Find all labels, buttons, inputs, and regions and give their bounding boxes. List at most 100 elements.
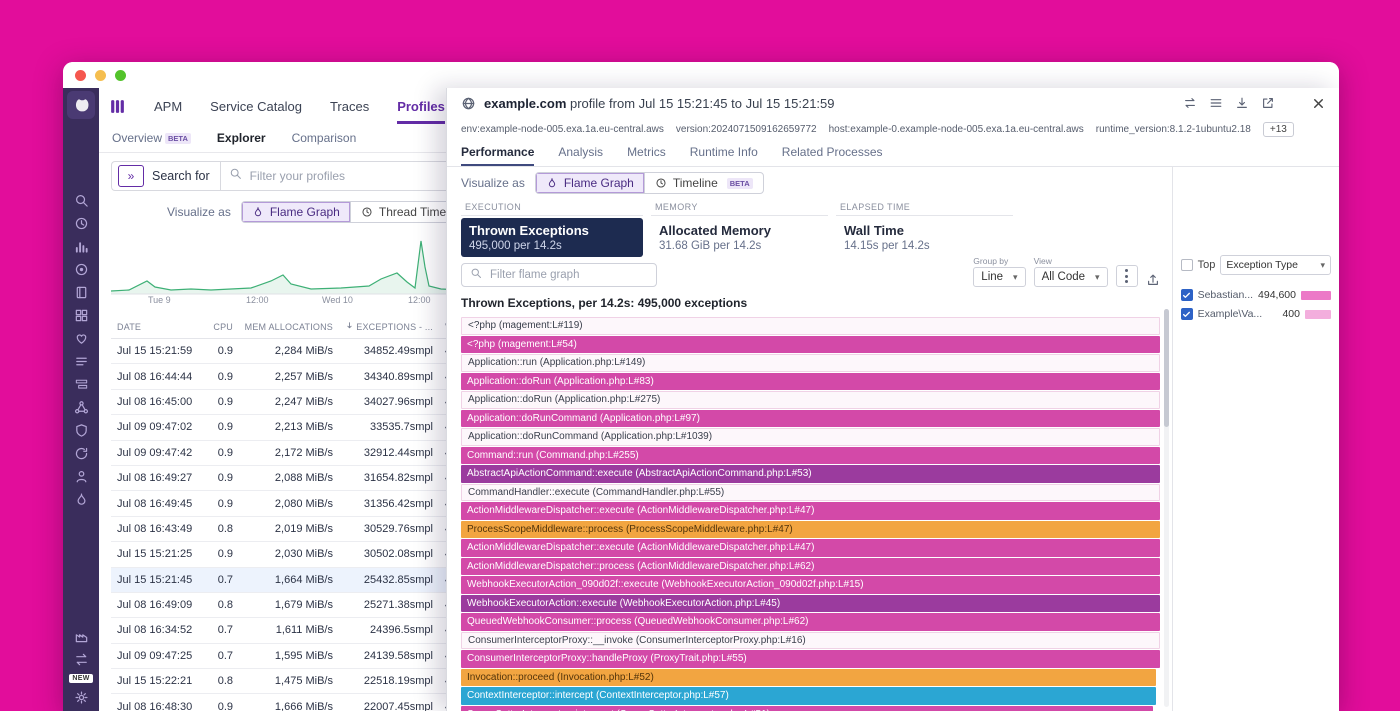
- flame-frame[interactable]: WebhookExecutorAction::execute (WebhookE…: [461, 595, 1160, 613]
- security-icon[interactable]: [67, 419, 95, 442]
- flame-scrollbar[interactable]: [1164, 309, 1169, 707]
- legend-checkbox[interactable]: [1181, 308, 1193, 320]
- download-icon[interactable]: [1235, 96, 1249, 110]
- traffic-light-minimize[interactable]: [95, 70, 106, 81]
- subnav-item-overview[interactable]: OverviewBETA: [112, 131, 191, 145]
- traffic-light-close[interactable]: [75, 70, 86, 81]
- rum-icon[interactable]: [67, 465, 95, 488]
- table-row[interactable]: Jul 08 16:34:520.71,611 MiB/s24396.5smpl…: [111, 618, 463, 643]
- flame-frame[interactable]: <?php (magement:L#54): [461, 336, 1160, 354]
- flame-frame[interactable]: ActionMiddlewareDispatcher::execute (Act…: [461, 539, 1160, 557]
- notebooks-icon[interactable]: [67, 281, 95, 304]
- column-header-cpu[interactable]: CPU: [201, 322, 233, 332]
- flame-frame[interactable]: Application::doRun (Application.php:L#27…: [461, 391, 1160, 409]
- metrics-icon[interactable]: [67, 235, 95, 258]
- table-row[interactable]: Jul 08 16:49:450.92,080 MiB/s31356.42smp…: [111, 491, 463, 516]
- flame-frame[interactable]: ConsumerInterceptorProxy::__invoke (Cons…: [461, 632, 1160, 650]
- settings-icon[interactable]: [67, 686, 95, 709]
- search-for-button[interactable]: Search for: [152, 169, 210, 183]
- subnav-item-comparison[interactable]: Comparison: [292, 131, 357, 145]
- network-icon[interactable]: [67, 396, 95, 419]
- table-row[interactable]: Jul 15 15:21:450.71,664 MiB/s25432.85smp…: [111, 568, 463, 593]
- legend-label[interactable]: Sebastian...: [1198, 289, 1253, 301]
- export-icon[interactable]: [1146, 273, 1160, 287]
- flame-frame[interactable]: <?php (magement:L#119): [461, 317, 1160, 335]
- legend-checkbox[interactable]: [1181, 289, 1193, 301]
- flame-frame[interactable]: Command::run (Command.php:L#255): [461, 447, 1160, 465]
- panel-timeline-option[interactable]: Timeline BETA: [644, 173, 763, 193]
- history-icon[interactable]: [67, 212, 95, 235]
- table-row[interactable]: Jul 08 16:49:090.81,679 MiB/s25271.38smp…: [111, 593, 463, 618]
- workflows-icon[interactable]: [67, 648, 95, 671]
- flame-frame[interactable]: ActionMiddlewareDispatcher::process (Act…: [461, 558, 1160, 576]
- table-row[interactable]: Jul 15 15:21:590.92,284 MiB/s34852.49smp…: [111, 339, 463, 364]
- logs-icon[interactable]: [67, 350, 95, 373]
- table-row[interactable]: Jul 09 09:47:020.92,213 MiB/s33535.7smpl…: [111, 415, 463, 440]
- nav-item-service-catalog[interactable]: Service Catalog: [210, 88, 302, 124]
- monitors-icon[interactable]: [67, 327, 95, 350]
- sort-down-icon[interactable]: [345, 321, 354, 332]
- table-row[interactable]: Jul 08 16:49:270.92,088 MiB/s31654.82smp…: [111, 466, 463, 491]
- org-switcher-icon[interactable]: [109, 98, 126, 115]
- flame-frame[interactable]: ContextInterceptor::intercept (ContextIn…: [461, 687, 1156, 705]
- tag-chip[interactable]: host:example-0.example-node-005.exa.1a.e…: [829, 124, 1084, 135]
- table-row[interactable]: Jul 15 15:21:250.92,030 MiB/s30502.08smp…: [111, 542, 463, 567]
- flame-frame[interactable]: Invocation::proceed (Invocation.php:L#52…: [461, 669, 1156, 687]
- legend-label[interactable]: Example\Va...: [1198, 308, 1278, 320]
- list-icon[interactable]: [1209, 96, 1223, 110]
- nav-item-profiles[interactable]: Profiles: [397, 88, 445, 124]
- watchdog-icon[interactable]: [67, 258, 95, 281]
- flame-frame[interactable]: ScopeSetterInterceptor::intercept (Scope…: [461, 706, 1153, 711]
- table-row[interactable]: Jul 08 16:43:490.82,019 MiB/s30529.76smp…: [111, 517, 463, 542]
- group-by-select[interactable]: Line ▾: [973, 267, 1025, 287]
- profiles-timeseries-chart[interactable]: [111, 231, 463, 295]
- more-tags-chip[interactable]: +13: [1263, 122, 1294, 137]
- nav-item-traces[interactable]: Traces: [330, 88, 369, 124]
- flame-frame[interactable]: ConsumerInterceptorProxy::handleProxy (P…: [461, 650, 1160, 668]
- top-checkbox[interactable]: [1181, 259, 1193, 271]
- column-header-date[interactable]: DATE: [111, 322, 201, 332]
- ci-icon[interactable]: [67, 442, 95, 465]
- subnav-item-explorer[interactable]: Explorer: [217, 131, 266, 145]
- table-row[interactable]: Jul 09 09:47:420.92,172 MiB/s32912.44smp…: [111, 441, 463, 466]
- flame-frame[interactable]: QueuedWebhookConsumer::process (QueuedWe…: [461, 613, 1160, 631]
- flame-frame[interactable]: ProcessScopeMiddleware::process (Process…: [461, 521, 1160, 539]
- compare-icon[interactable]: [1183, 96, 1197, 110]
- metric-card-wall-time[interactable]: Wall Time14.15s per 14.2s: [836, 218, 1013, 257]
- column-header-exc[interactable]: EXCEPTIONS - ...: [333, 321, 433, 332]
- tab-related-processes[interactable]: Related Processes: [782, 140, 883, 166]
- tag-chip[interactable]: env:example-node-005.exa.1a.eu-central.a…: [461, 124, 664, 135]
- flame-frame[interactable]: AbstractApiActionCommand::execute (Abstr…: [461, 465, 1160, 483]
- flame-frame[interactable]: Application::doRunCommand (Application.p…: [461, 410, 1160, 428]
- processes-icon[interactable]: [67, 625, 95, 648]
- tab-analysis[interactable]: Analysis: [558, 140, 603, 166]
- tab-metrics[interactable]: Metrics: [627, 140, 666, 166]
- flame-frame[interactable]: ActionMiddlewareDispatcher::execute (Act…: [461, 502, 1160, 520]
- table-row[interactable]: Jul 15 15:22:210.81,475 MiB/s22518.19smp…: [111, 669, 463, 694]
- tab-performance[interactable]: Performance: [461, 140, 534, 166]
- flame-frame[interactable]: Application::run (Application.php:L#149): [461, 354, 1160, 372]
- profiling-icon[interactable]: [67, 488, 95, 511]
- tag-chip[interactable]: runtime_version:8.1.2-1ubuntu2.18: [1096, 124, 1251, 135]
- scrollbar-thumb[interactable]: [1164, 309, 1169, 427]
- nav-item-apm[interactable]: APM: [154, 88, 182, 124]
- open-in-new-icon[interactable]: [1261, 96, 1275, 110]
- apm-icon[interactable]: [67, 373, 95, 396]
- metric-card-allocated-memory[interactable]: Allocated Memory31.68 GiB per 14.2s: [651, 218, 828, 257]
- expand-panel-button[interactable]: »: [118, 165, 144, 187]
- panel-flame-graph-option[interactable]: Flame Graph: [536, 173, 644, 193]
- flame-graph-filter-input[interactable]: [488, 268, 648, 282]
- flame-frame[interactable]: Application::doRun (Application.php:L#83…: [461, 373, 1160, 391]
- search-icon[interactable]: [67, 189, 95, 212]
- tag-chip[interactable]: version:2024071509162659772: [676, 124, 817, 135]
- table-row[interactable]: Jul 08 16:44:440.92,257 MiB/s34340.89smp…: [111, 364, 463, 389]
- traffic-light-zoom[interactable]: [115, 70, 126, 81]
- flame-frame[interactable]: CommandHandler::execute (CommandHandler.…: [461, 484, 1160, 502]
- metric-card-thrown-exceptions[interactable]: Thrown Exceptions495,000 per 14.2s: [461, 218, 643, 257]
- table-row[interactable]: Jul 08 16:48:300.91,666 MiB/s22007.45smp…: [111, 694, 463, 711]
- exception-type-select[interactable]: Exception Type ▾: [1220, 255, 1331, 275]
- more-options-button[interactable]: [1116, 265, 1138, 287]
- column-header-mem[interactable]: MEM ALLOCATIONS: [233, 322, 333, 332]
- datadog-logo[interactable]: [67, 91, 95, 119]
- view-select[interactable]: All Code ▾: [1034, 267, 1108, 287]
